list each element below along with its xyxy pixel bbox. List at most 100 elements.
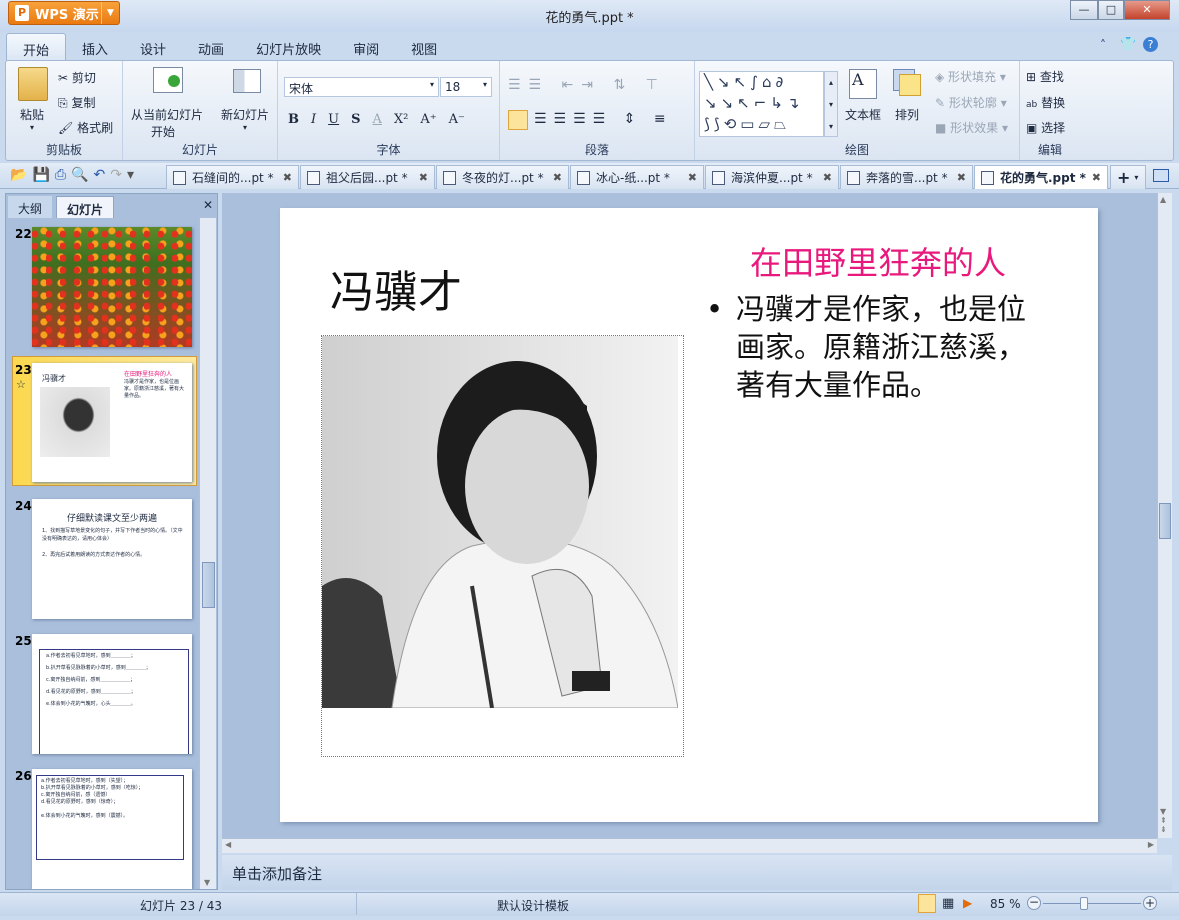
- group-label: 幻灯片: [181, 143, 218, 157]
- slide-editor: 冯骥才 在田野里狂奔的人 • 冯骥才是作家，也是位画家。原籍浙江慈溪，著有大量作品…: [222, 193, 1172, 838]
- slide-bullet[interactable]: • 冯骥才是作家，也是位画家。原籍浙江慈溪，著有大量作品。: [704, 290, 1054, 404]
- textbox-button[interactable]: 文本框: [845, 106, 881, 123]
- horizontal-scrollbar[interactable]: ◀ ▶: [222, 838, 1157, 853]
- notes-area[interactable]: 单击添加备注: [222, 855, 1172, 890]
- minimize-button[interactable]: —: [1070, 0, 1098, 20]
- doc-tab[interactable]: 冬夜的灯...pt * ✖: [436, 165, 569, 189]
- copy-button[interactable]: 复制: [71, 96, 95, 110]
- doc-tab[interactable]: 祖父后园...pt * ✖: [300, 165, 435, 189]
- scroll-thumb[interactable]: [1159, 503, 1171, 539]
- slide-number: 26: [15, 769, 32, 783]
- maximize-button[interactable]: □: [1098, 0, 1124, 20]
- font-color-button[interactable]: A: [373, 112, 382, 127]
- shrink-font-button[interactable]: A⁻: [449, 112, 465, 127]
- tab-review[interactable]: 审阅: [337, 33, 395, 61]
- slide-title[interactable]: 冯骥才: [330, 256, 462, 320]
- new-slide-button[interactable]: 新幻灯片: [221, 106, 269, 123]
- font-name-select[interactable]: 宋体 ▾: [284, 77, 439, 97]
- group-label: 绘图: [844, 143, 869, 157]
- binoculars-icon: ⊞: [1026, 70, 1037, 84]
- tab-list-icon[interactable]: [1153, 169, 1169, 182]
- close-tab-icon: ✖: [1091, 171, 1101, 184]
- scroll-thumb[interactable]: [202, 562, 215, 608]
- doc-tab-active[interactable]: 花的勇气.ppt * ✖: [974, 165, 1108, 189]
- doc-tab[interactable]: 海滨仲夏...pt * ✖: [705, 165, 839, 189]
- tab-animation[interactable]: 动画: [182, 33, 240, 61]
- bold-button[interactable]: B: [288, 112, 299, 127]
- close-button[interactable]: ✕: [1124, 0, 1170, 20]
- tab-home[interactable]: 开始: [6, 33, 67, 61]
- new-tab-button[interactable]: + ▾: [1110, 165, 1146, 189]
- slide-thumbnail-23[interactable]: 冯骥才 在田野里狂奔的人 冯骥才是作家，也是位画家。原籍浙江慈溪，著有大量作品。: [32, 363, 192, 482]
- slide-thumbnail-25[interactable]: a.作者去初看见草地时，感到＿＿＿＿； b.扒开草看见脉脉着的小草时，感到＿＿＿＿…: [32, 634, 192, 754]
- font-size-select[interactable]: 18 ▾: [440, 77, 492, 97]
- shapes-gallery[interactable]: ╲↘↖∫⌂∂ ↘↘↖⌐↳↴ ⟆⟆⟲▭▱⏢: [699, 71, 824, 137]
- list-buttons[interactable]: ☰☰ ⇤⇥ ⇅ ⊤: [508, 77, 666, 93]
- grow-font-button[interactable]: A⁺: [420, 112, 436, 127]
- zoom-in-button[interactable]: +: [1143, 896, 1157, 910]
- tab-view[interactable]: 视图: [395, 33, 453, 61]
- shadow-button[interactable]: S: [351, 112, 360, 127]
- gallery-scroll[interactable]: ▴ ▾ ▾: [824, 71, 838, 137]
- help-icon[interactable]: ?: [1143, 37, 1158, 52]
- paste-button[interactable]: 粘贴: [20, 106, 44, 123]
- collapse-ribbon-icon[interactable]: ˄: [1100, 38, 1106, 52]
- italic-button[interactable]: I: [311, 112, 316, 127]
- underline-button[interactable]: U: [328, 112, 339, 127]
- quick-access-toolbar[interactable]: 📂💾⎙🔍↶↷▾: [10, 167, 139, 183]
- slide-sorter-button[interactable]: ▦: [942, 896, 954, 911]
- align-left-button[interactable]: [508, 110, 528, 130]
- zoom-slider[interactable]: [1043, 903, 1141, 904]
- panel-scrollbar[interactable]: ▼: [199, 218, 216, 889]
- tab-insert[interactable]: 插入: [66, 33, 124, 61]
- slides-panel: 大纲 幻灯片 ✕ 22 23 ☆ 冯骥才 在田野里狂奔的人 冯骥才是作家，也是位…: [5, 193, 218, 890]
- chevron-down-icon[interactable]: ▾: [30, 123, 34, 132]
- slideshow-button[interactable]: ▶: [963, 896, 972, 910]
- chevron-down-icon[interactable]: ▾: [243, 123, 247, 132]
- select-button[interactable]: ▣ 选择: [1026, 119, 1065, 136]
- shape-effect-button[interactable]: ■ 形状效果 ▾: [935, 119, 1008, 136]
- doc-tab[interactable]: 冰心-纸...pt * ✖: [570, 165, 704, 189]
- superscript-button[interactable]: X²: [394, 112, 408, 127]
- bullet-icon: •: [706, 292, 724, 326]
- cut-button[interactable]: 剪切: [72, 71, 96, 85]
- close-panel-button[interactable]: ✕: [203, 198, 213, 212]
- zoom-slider-thumb[interactable]: [1079, 897, 1088, 910]
- slide-thumbnail-24[interactable]: 仔细默读课文至少两遍 1、找到描写草地景变化的句子，并写下作者当时的心情。（文中…: [32, 499, 192, 619]
- play-from-current-start[interactable]: 开始: [151, 123, 175, 140]
- doc-tab[interactable]: 石缝间的...pt * ✖: [166, 165, 299, 189]
- format-painter-button[interactable]: 格式刷: [77, 121, 113, 135]
- photo-frame[interactable]: [321, 335, 684, 757]
- play-from-current-button[interactable]: 从当前幻灯片: [131, 106, 203, 123]
- replace-button[interactable]: ab 替换: [1026, 94, 1065, 111]
- doc-tab[interactable]: 奔落的雪...pt * ✖: [840, 165, 973, 189]
- tab-design[interactable]: 设计: [124, 33, 182, 61]
- tab-outline[interactable]: 大纲: [8, 196, 53, 218]
- replace-icon: ab: [1026, 100, 1038, 110]
- slide-thumbnail-22[interactable]: [32, 227, 192, 347]
- title-bar: P WPS 演示 ▼ 花的勇气.ppt * — □ ✕: [0, 0, 1179, 32]
- shape-fill-button[interactable]: ◈ 形状填充 ▾: [935, 68, 1006, 85]
- slide-heading[interactable]: 在田野里狂奔的人: [750, 238, 1006, 284]
- find-button[interactable]: ⊞ 查找: [1026, 68, 1064, 85]
- clipboard-group: 粘贴 ▾ ✂ 剪切 ⎘ 复制 🖌 格式刷 剪贴板: [6, 61, 123, 160]
- tab-slides[interactable]: 幻灯片: [56, 196, 115, 218]
- slides-group: 从当前幻灯片 开始 新幻灯片 ▾ 幻灯片: [123, 61, 278, 160]
- skin-icon[interactable]: 👕: [1120, 37, 1136, 52]
- slide-number: 24: [15, 499, 32, 513]
- tab-slideshow[interactable]: 幻灯片放映: [240, 33, 337, 61]
- normal-view-button[interactable]: [918, 894, 936, 913]
- paragraph-group: ☰☰ ⇤⇥ ⇅ ⊤ ☰☰☰☰ ⇕ ≡ 段落: [500, 61, 695, 160]
- prev-next-slide-buttons[interactable]: ▼ ⇞ ⇟: [1160, 807, 1167, 834]
- thumbnail-list: 22 23 ☆ 冯骥才 在田野里狂奔的人 冯骥才是作家，也是位画家。原籍浙江慈溪…: [6, 218, 199, 889]
- undo-icon: ↶: [93, 167, 111, 183]
- scroll-down-icon[interactable]: ▼: [204, 878, 210, 887]
- vertical-scrollbar[interactable]: ▲ ▼ ⇞ ⇟: [1157, 193, 1172, 838]
- current-slide[interactable]: 冯骥才 在田野里狂奔的人 • 冯骥才是作家，也是位画家。原籍浙江慈溪，著有大量作品…: [280, 208, 1098, 822]
- drawing-group: ╲↘↖∫⌂∂ ↘↘↖⌐↳↴ ⟆⟆⟲▭▱⏢ ▴ ▾ ▾ A 文本框 排列 ◈ 形状填充 ▾…: [695, 61, 1020, 160]
- arrange-button[interactable]: 排列: [895, 106, 919, 123]
- slide-thumbnail-26[interactable]: a.作者去初看见草地时，感到（失望）； b.扒开草看见脉脉着的小草时，感到（吃惊）…: [32, 769, 192, 889]
- align-buttons[interactable]: ☰☰☰☰ ⇕ ≡: [534, 111, 673, 127]
- shape-outline-button[interactable]: ✎ 形状轮廓 ▾: [935, 94, 1007, 111]
- zoom-out-button[interactable]: −: [1027, 896, 1041, 910]
